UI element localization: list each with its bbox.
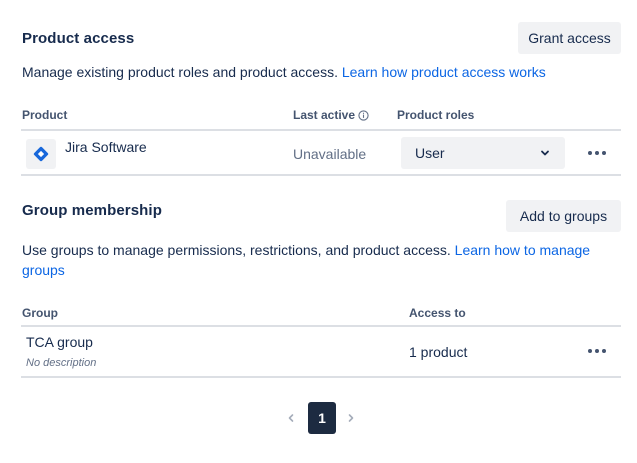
learn-groups-link[interactable]: Learn how to manage bbox=[455, 242, 590, 258]
group-name-link[interactable]: TCA group bbox=[26, 334, 93, 350]
group-table-bottom-divider bbox=[21, 376, 621, 378]
product-role-value: User bbox=[415, 145, 445, 161]
product-access-description-text: Manage existing product roles and produc… bbox=[22, 64, 338, 80]
page-button-current[interactable]: 1 bbox=[308, 402, 336, 434]
last-active-label: Last active bbox=[293, 108, 356, 122]
product-role-select[interactable]: User bbox=[401, 137, 565, 169]
product-name: Jira Software bbox=[65, 139, 147, 155]
column-header-last-active: Last active bbox=[293, 108, 369, 122]
last-active-value: Unavailable bbox=[293, 146, 367, 162]
grant-access-button[interactable]: Grant access bbox=[518, 22, 621, 54]
group-membership-description-text: Use groups to manage permissions, restri… bbox=[22, 242, 451, 258]
table-bottom-divider bbox=[21, 174, 621, 176]
learn-groups-link-continued[interactable]: groups bbox=[22, 262, 65, 278]
table-header-divider bbox=[21, 129, 621, 131]
column-header-group: Group bbox=[22, 306, 58, 320]
chevron-right-icon[interactable] bbox=[343, 410, 359, 426]
chevron-down-icon bbox=[539, 147, 551, 159]
info-icon[interactable] bbox=[358, 109, 369, 121]
add-to-groups-button[interactable]: Add to groups bbox=[506, 200, 621, 232]
group-table-header-divider bbox=[21, 325, 621, 327]
more-icon[interactable] bbox=[584, 143, 610, 163]
learn-product-access-link[interactable]: Learn how product access works bbox=[342, 64, 546, 80]
group-membership-description: Use groups to manage permissions, restri… bbox=[22, 240, 620, 280]
jira-software-icon bbox=[26, 139, 56, 169]
product-access-description: Manage existing product roles and produc… bbox=[22, 62, 622, 82]
product-access-title: Product access bbox=[22, 30, 135, 47]
group-description: No description bbox=[26, 357, 97, 369]
column-header-product: Product bbox=[22, 108, 68, 122]
chevron-left-icon[interactable] bbox=[283, 410, 299, 426]
group-access-value: 1 product bbox=[409, 344, 468, 360]
more-icon[interactable] bbox=[584, 341, 610, 361]
group-membership-title: Group membership bbox=[22, 202, 162, 219]
column-header-access-to: Access to bbox=[409, 306, 466, 320]
column-header-product-roles: Product roles bbox=[397, 108, 475, 122]
